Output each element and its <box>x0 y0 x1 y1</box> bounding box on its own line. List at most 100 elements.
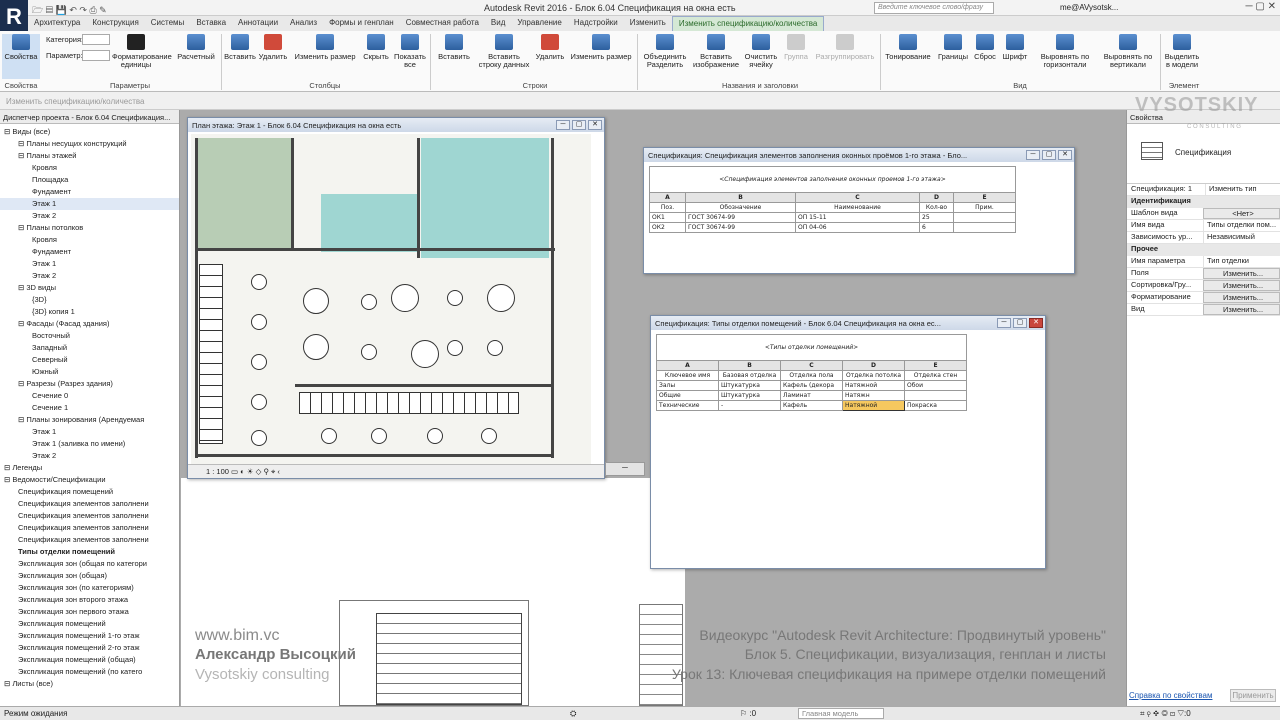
table-cell[interactable]: Обои <box>904 380 967 391</box>
browser-item[interactable]: Типы отделки помещений <box>0 546 179 558</box>
property-value[interactable]: Изменить... <box>1203 304 1280 315</box>
category-dropdown[interactable] <box>82 34 110 45</box>
insert-image-button[interactable]: Вставить изображение <box>690 34 742 69</box>
format-units-button[interactable]: Форматирование единицы <box>112 34 172 69</box>
property-row[interactable]: Шаблон вида <Нет> <box>1127 208 1280 220</box>
table-cell[interactable]: ОП 15-11 <box>795 212 920 223</box>
property-row[interactable]: Зависимость ур... Независимый <box>1127 232 1280 244</box>
browser-item[interactable]: ⊟ Листы (все) <box>0 678 179 690</box>
property-value[interactable]: Независимый <box>1203 232 1280 243</box>
property-row[interactable]: Вид Изменить... <box>1127 304 1280 316</box>
window-schedule-window[interactable]: Спецификация: Спецификация элементов зап… <box>643 147 1075 274</box>
table-row[interactable]: ОК1 ГОСТ 30674-99 ОП 15-11 25 <box>649 212 1016 223</box>
browser-item[interactable]: Этаж 1 <box>0 426 179 438</box>
column-header[interactable]: Кол-во <box>919 202 954 213</box>
reset-button[interactable]: Сброс <box>970 34 1000 61</box>
column-letter[interactable]: D <box>919 192 954 203</box>
table-cell[interactable]: ОП 04-06 <box>795 222 920 233</box>
browser-item[interactable]: Экспликация зон (по категориям) <box>0 582 179 594</box>
maximize-button[interactable]: ▢ <box>1042 150 1056 160</box>
insert-column-button[interactable]: Вставить <box>224 34 256 61</box>
browser-item[interactable]: Экспликация зон (общая по категори <box>0 558 179 570</box>
column-letter[interactable]: A <box>656 360 719 371</box>
browser-item[interactable]: ⊟ Ведомости/Спецификации <box>0 474 179 486</box>
schedule-header[interactable]: <Спецификация элементов заполнения оконн… <box>649 166 1016 193</box>
browser-item[interactable]: Этаж 2 <box>0 210 179 222</box>
table-cell[interactable]: Кафель (декора <box>780 380 843 391</box>
browser-item[interactable]: Спецификация элементов заполнени <box>0 534 179 546</box>
finish-schedule-window[interactable]: Спецификация: Типы отделки помещений - Б… <box>650 315 1046 569</box>
column-header[interactable]: Наименование <box>795 202 920 213</box>
floor-plan-window[interactable]: План этажа: Этаж 1 - Блок 6.04 Специфика… <box>187 117 605 479</box>
show-all-button[interactable]: Показать все <box>394 34 426 69</box>
browser-item[interactable]: Южный <box>0 366 179 378</box>
browser-item[interactable]: ⊟ Планы зонирования (Арендуемая <box>0 414 179 426</box>
table-cell[interactable]: Покраска <box>904 400 967 411</box>
browser-item[interactable]: Экспликация помещений (по катего <box>0 666 179 678</box>
browser-item[interactable]: Сечение 1 <box>0 402 179 414</box>
insert-row-button[interactable]: Вставить <box>436 34 472 61</box>
group-button[interactable]: Группа <box>782 34 810 61</box>
browser-item[interactable]: Экспликация помещений (общая) <box>0 654 179 666</box>
tab-1[interactable]: Конструкция <box>86 16 144 31</box>
browser-item[interactable]: ⊟ Виды (все) <box>0 126 179 138</box>
instance-selector-row[interactable]: Спецификация: 1 Изменить тип <box>1127 184 1280 196</box>
property-row[interactable]: Форматирование Изменить... <box>1127 292 1280 304</box>
close-button[interactable]: ✕ <box>1029 318 1043 328</box>
schedule-header[interactable]: <Типы отделки помещений> <box>656 334 967 361</box>
resize-row-button[interactable]: Изменить размер <box>568 34 634 61</box>
apply-button[interactable]: Применить <box>1230 689 1276 702</box>
table-cell[interactable]: Натяжн <box>842 390 905 401</box>
browser-item[interactable]: Экспликация помещений 1-го этаж <box>0 630 179 642</box>
browser-item[interactable]: Спецификация элементов заполнени <box>0 498 179 510</box>
selection-filter-icons[interactable]: ⌗ ⚲ ✥ ◎ ⊡ ▽:0 <box>1140 709 1191 719</box>
instance-selector[interactable]: Спецификация: 1 <box>1127 184 1205 195</box>
properties-help-link[interactable]: Справка по свойствам <box>1129 691 1212 700</box>
worksets-icon[interactable]: ⛭ <box>570 709 576 719</box>
table-row[interactable]: Залы Штукатурка Кафель (декора Натяжной Обои <box>656 380 967 391</box>
property-row[interactable]: Сортировка/Гру... Изменить... <box>1127 280 1280 292</box>
browser-item[interactable]: Этаж 1 <box>0 198 179 210</box>
table-cell[interactable]: Ламинат <box>780 390 843 401</box>
font-button[interactable]: Шрифт <box>1000 34 1030 61</box>
table-cell[interactable]: ОК2 <box>649 222 686 233</box>
borders-button[interactable]: Границы <box>936 34 970 61</box>
property-row[interactable]: Имя вида Типы отделки пом... <box>1127 220 1280 232</box>
properties-group-header[interactable]: Прочее <box>1127 244 1280 256</box>
browser-item[interactable]: ⊟ Легенды <box>0 462 179 474</box>
schedule2-table[interactable]: <Типы отделки помещений> A B C D E Ключевое им… <box>656 334 967 411</box>
browser-item[interactable]: Кровля <box>0 162 179 174</box>
tab-12[interactable]: Изменить спецификацию/количества <box>671 16 825 31</box>
browser-item[interactable]: ⊟ Планы потолков <box>0 222 179 234</box>
browser-item[interactable]: Экспликация зон первого этажа <box>0 606 179 618</box>
tab-10[interactable]: Надстройки <box>568 16 624 31</box>
parameter-dropdown[interactable] <box>82 50 110 61</box>
active-model-dropdown[interactable]: Главная модель <box>798 708 884 719</box>
property-value[interactable]: Типы отделки пом... <box>1203 220 1280 231</box>
close-button[interactable]: ✕ <box>1058 150 1072 160</box>
browser-item[interactable]: Экспликация зон второго этажа <box>0 594 179 606</box>
browser-item[interactable]: ⊟ Планы несущих конструкций <box>0 138 179 150</box>
table-cell[interactable]: Технические <box>656 400 719 411</box>
table-cell[interactable]: Натяжной <box>842 380 905 391</box>
properties-button[interactable]: Свойства <box>2 34 40 79</box>
column-letter[interactable]: E <box>904 360 967 371</box>
table-cell[interactable]: Штукатурка <box>718 380 781 391</box>
tab-0[interactable]: Архитектура <box>28 16 86 31</box>
floor-plan-drawing[interactable] <box>191 134 591 464</box>
table-cell[interactable]: Натяжной <box>842 400 905 411</box>
table-cell[interactable]: Кафель <box>780 400 843 411</box>
property-value[interactable]: Изменить... <box>1203 268 1280 279</box>
calculated-button[interactable]: Расчетный <box>174 34 218 61</box>
design-options-icon[interactable]: ⚐ :0 <box>740 709 756 718</box>
shading-button[interactable]: Тонирование <box>882 34 934 61</box>
property-row[interactable]: Поля Изменить... <box>1127 268 1280 280</box>
browser-item[interactable]: Спецификация элементов заполнени <box>0 510 179 522</box>
column-header[interactable]: Отделка потолка <box>842 370 905 381</box>
tab-5[interactable]: Анализ <box>284 16 323 31</box>
browser-item[interactable]: ⊟ Разрезы (Разрез здания) <box>0 378 179 390</box>
property-value[interactable]: Тип отделки <box>1203 256 1280 267</box>
table-cell[interactable] <box>953 222 1016 233</box>
minimize-button[interactable]: ─ <box>556 120 570 130</box>
browser-item[interactable]: Западный <box>0 342 179 354</box>
